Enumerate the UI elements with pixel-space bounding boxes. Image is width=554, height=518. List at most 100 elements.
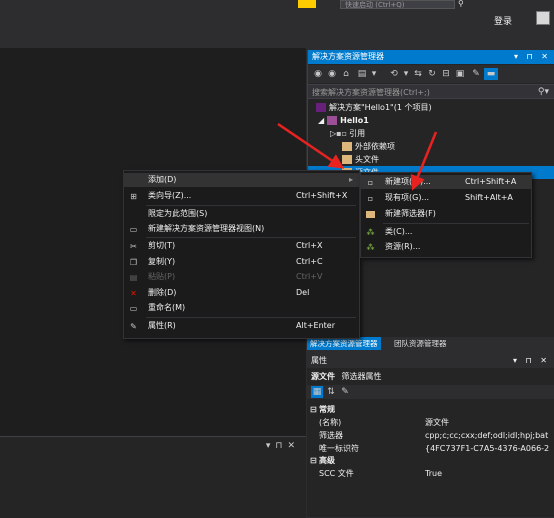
tree-item-solution[interactable]: 解决方案"Hello1"(1 个项目) — [308, 101, 554, 114]
search-icon[interactable]: ⚲ — [458, 0, 470, 9]
new-item-icon: ▫ — [367, 178, 374, 187]
rename-icon: ▭ — [129, 304, 138, 313]
home-icon[interactable]: ⌂ — [340, 68, 352, 80]
menu-item-new-item[interactable]: ▫ 新建项(W)... Ctrl+Shift+A — [361, 175, 531, 189]
properties-wrench-icon[interactable]: ✎ — [470, 68, 482, 80]
back-icon[interactable]: ◉ — [312, 68, 324, 80]
menu-label: 删除(D) — [148, 288, 177, 297]
menu-item-delete[interactable]: ✕ 删除(D) Del — [124, 286, 359, 300]
expand-icon[interactable]: ▷ — [308, 129, 336, 138]
tree-label: 外部依赖项 — [355, 142, 395, 151]
collapse-icon[interactable]: ⊟ — [310, 455, 317, 467]
property-value[interactable]: {4FC737F1-C7A5-4376-A066-2 — [425, 443, 549, 455]
alphabetical-icon[interactable]: ⇅ — [325, 386, 337, 398]
menu-shortcut: Del — [296, 288, 310, 297]
menu-label: 剪切(T) — [148, 241, 176, 250]
menu-item-class[interactable]: ⁂ 类(C)... — [361, 225, 531, 239]
tree-item-project[interactable]: ◢ Hello1 — [308, 114, 554, 127]
properties-title: 属性 ▾ ⊓ ✕ — [307, 354, 554, 368]
menu-label: 类(C)... — [385, 227, 413, 236]
property-value[interactable]: cpp;c;cc;cxx;def;odl;idl;hpj;bat — [425, 430, 548, 442]
category-name: 常规 — [319, 405, 335, 414]
menu-label: 新建项(W)... — [385, 177, 431, 186]
property-pages-icon[interactable]: ✎ — [339, 386, 351, 398]
menu-shortcut: Ctrl+Shift+X — [296, 191, 348, 200]
folder-icon — [342, 155, 352, 164]
property-key: 唯一标识符 — [319, 444, 359, 453]
preview-icon[interactable]: ▬ — [484, 68, 498, 80]
category-row[interactable]: ⊟ 常规 — [307, 404, 554, 416]
menu-label: 现有项(G)... — [385, 193, 430, 202]
dropdown-icon[interactable]: ▾ — [400, 68, 412, 80]
add-submenu: ▫ 新建项(W)... Ctrl+Shift+A ▫ 现有项(G)... Shi… — [360, 172, 532, 258]
paste-icon: ▤ — [129, 273, 138, 282]
show-all-files-icon[interactable]: ▣ — [454, 68, 466, 80]
solution-search-input[interactable]: 搜索解决方案资源管理器(Ctrl+;) ⚲▾ — [308, 84, 554, 99]
menu-label: 类向导(Z)... — [148, 191, 192, 200]
menu-item-copy[interactable]: ❐ 复制(Y) Ctrl+C — [124, 255, 359, 269]
menu-label: 属性(R) — [148, 321, 176, 330]
collapse-all-icon[interactable]: ⊟ — [440, 68, 452, 80]
tree-label: 解决方案"Hello1"(1 个项目) — [329, 103, 432, 112]
panel-window-buttons[interactable]: ▾⊓✕ — [266, 441, 300, 451]
menu-item-new-view[interactable]: ▭ 新建解决方案资源管理器视图(N) — [124, 222, 359, 236]
menu-shortcut: Ctrl+X — [296, 241, 323, 250]
menu-shortcut: Ctrl+Shift+A — [465, 177, 517, 186]
collapse-icon[interactable]: ◢ — [308, 116, 324, 125]
property-key: (名称) — [319, 418, 342, 427]
new-view-icon: ▭ — [129, 225, 138, 234]
tree-item-header-files[interactable]: 头文件 — [308, 153, 554, 166]
submenu-arrow-icon: ▸ — [348, 175, 353, 184]
solution-explorer-toolbar: ◉ ◉ ⌂ ▤ ▾ ⟲ ▾ ⇆ ↻ ⊟ ▣ ✎ ▬ — [308, 65, 554, 83]
folder-icon — [342, 142, 352, 151]
avatar[interactable] — [536, 11, 550, 25]
menu-label: 限定为此范围(S) — [148, 209, 208, 218]
collapse-icon[interactable]: ⊟ — [310, 404, 317, 416]
folder-icon — [366, 211, 375, 218]
properties-object-selector[interactable]: 源文件 筛选器属性 — [307, 370, 554, 383]
menu-separator — [146, 205, 356, 206]
property-row[interactable]: 唯一标识符 {4FC737F1-C7A5-4376-A066-2 — [307, 443, 554, 455]
solution-icon — [316, 103, 326, 112]
login-link[interactable]: 登录 — [494, 14, 512, 27]
tree-item-references[interactable]: ▷▪▫ 引用 — [308, 127, 554, 140]
menu-item-class-wizard[interactable]: ⊞ 类向导(Z)... Ctrl+Shift+X — [124, 189, 359, 203]
feedback-icon[interactable] — [298, 0, 316, 8]
panel-window-buttons[interactable]: ▾ ⊓ ✕ — [513, 354, 550, 368]
menu-item-existing-item[interactable]: ▫ 现有项(G)... Shift+Alt+A — [361, 191, 531, 205]
menu-item-properties[interactable]: ✎ 属性(R) Alt+Enter — [124, 319, 359, 333]
search-icon[interactable]: ⚲▾ — [538, 85, 549, 100]
menu-shortcut: Shift+Alt+A — [465, 193, 513, 202]
menu-item-cut[interactable]: ✂ 剪切(T) Ctrl+X — [124, 239, 359, 253]
menu-item-add[interactable]: 添加(D) ▸ — [124, 173, 359, 187]
menu-shortcut: Alt+Enter — [296, 321, 336, 330]
scissors-icon: ✂ — [130, 242, 137, 251]
property-value[interactable]: 源文件 — [425, 417, 449, 429]
tree-label: 引用 — [349, 129, 366, 138]
dropdown-icon[interactable]: ▾ — [368, 68, 380, 80]
quick-launch-input[interactable]: 快速启动 (Ctrl+Q) — [340, 0, 455, 9]
menu-shortcut: Ctrl+C — [296, 257, 323, 266]
existing-item-icon: ▫ — [367, 194, 374, 203]
property-row[interactable]: SCC 文件 True — [307, 468, 554, 480]
tab-team-explorer[interactable]: 团队资源管理器 — [391, 337, 450, 350]
category-row[interactable]: ⊟ 高级 — [307, 455, 554, 467]
menu-separator — [146, 237, 356, 238]
tree-item-external-deps[interactable]: 外部依赖项 — [308, 140, 554, 153]
property-row[interactable]: 筛选器 cpp;c;cc;cxx;def;odl;idl;hpj;bat — [307, 430, 554, 442]
categorized-icon[interactable]: ▦ — [311, 386, 323, 398]
object-name: 源文件 — [311, 372, 335, 381]
refresh-icon[interactable]: ↻ — [426, 68, 438, 80]
menu-item-scope[interactable]: 限定为此范围(S) — [124, 207, 359, 221]
panel-window-buttons[interactable]: ▾ ⊓ ✕ — [514, 50, 551, 64]
menu-item-new-filter[interactable]: 新建筛选器(F) — [361, 207, 531, 221]
property-value[interactable]: True — [425, 468, 442, 480]
menu-item-paste[interactable]: ▤ 粘贴(P) Ctrl+V — [124, 270, 359, 284]
menu-item-resource[interactable]: ⁂ 资源(R)... — [361, 240, 531, 254]
sync-icon[interactable]: ⇆ — [412, 68, 424, 80]
switch-views-icon[interactable]: ▤ — [356, 68, 368, 80]
property-row[interactable]: (名称) 源文件 — [307, 417, 554, 429]
forward-icon[interactable]: ◉ — [326, 68, 338, 80]
menu-item-rename[interactable]: ▭ 重命名(M) — [124, 301, 359, 315]
pending-changes-icon[interactable]: ⟲ — [388, 68, 400, 80]
